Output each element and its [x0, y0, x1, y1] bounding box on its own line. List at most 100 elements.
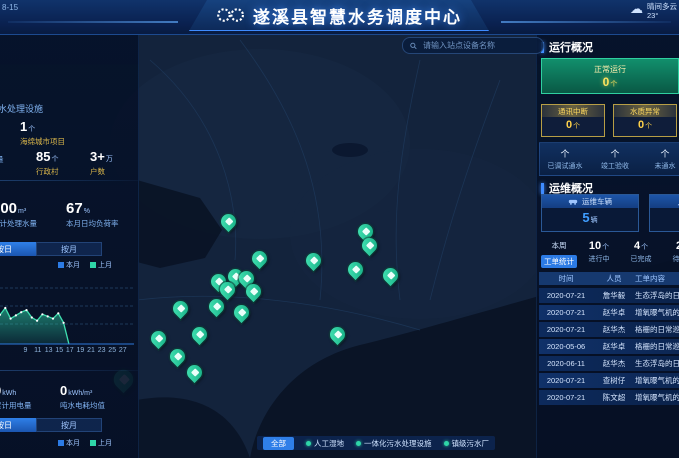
tab-by-month[interactable]: 按月 [36, 242, 102, 256]
legend-power-last-month[interactable]: 上月 [90, 438, 112, 448]
cell-time: 2020-07-21 [539, 308, 593, 317]
map-legend-label: 人工湿地 [314, 438, 344, 449]
table-row[interactable]: 2020-07-21赵华卓增氧曝气机的常规维护 [539, 305, 679, 320]
power-chart-tabs: 按日 按月 [0, 418, 102, 432]
cell-time: 2020-05-06 [539, 342, 593, 351]
tab-power-by-day[interactable]: 按日 [0, 418, 36, 432]
x-tick: 17 [66, 347, 74, 354]
stat-villages: 85个 行政村 [36, 148, 59, 177]
dashboard: 全部人工湿地一体化污水处理设施镇级污水厂 遂溪县智慧水务调度中心 8-15 ☁ … [0, 0, 679, 458]
staff-box: 运维人员 [649, 194, 679, 232]
workorder-stat-value: 4个 [623, 240, 659, 252]
table-row[interactable]: 2020-07-21赵华杰格栅的日常巡检 [539, 322, 679, 337]
stat-power-per-ton: 0kWh/m³ 吨水电耗均值 [60, 382, 105, 411]
cell-person: 查树仔 [593, 375, 635, 386]
table-header-cell: 时间 [539, 273, 593, 284]
map-legend-item-0[interactable]: 全部 [263, 437, 294, 450]
layer-dot-icon [306, 441, 311, 446]
alert-label: 通讯中断 [542, 105, 604, 117]
cell-time: 2020-07-21 [539, 291, 593, 300]
water-status-bar: 个已调试通水个竣工验收个未通水 [539, 142, 679, 176]
workorder-stat-label: 待处理 [665, 254, 679, 264]
cell-content: 格栅的日常巡检 [635, 341, 679, 352]
header-decor-line-left [8, 21, 178, 23]
x-tick: 23 [98, 347, 106, 354]
tab-power-by-month[interactable]: 按月 [36, 418, 102, 432]
workorder-stats: 10个进行中 4个已完成 2个待处理 [581, 240, 679, 264]
workorder-badge: 本周 工单统计 [539, 240, 579, 269]
tab-by-day[interactable]: 按日 [0, 242, 36, 256]
x-tick: 27 [119, 347, 127, 354]
table-row[interactable]: 2020-07-21詹华毅生态浮岛的日常巡查 [539, 288, 679, 303]
cell-person: 赵华杰 [593, 358, 635, 369]
station-search[interactable] [402, 37, 544, 54]
map-legend-item-2[interactable]: 一体化污水处理设施 [356, 438, 432, 449]
table-row[interactable]: 2020-07-21陈文超增氧曝气机的常规维护 [539, 390, 679, 405]
cell-time: 2020-07-21 [539, 376, 593, 385]
workorder-stat-label: 已完成 [623, 254, 659, 264]
vehicle-label: 运维车辆 [582, 196, 612, 207]
x-tick: 19 [77, 347, 85, 354]
cell-person: 赵华杰 [593, 324, 635, 335]
status-label: 已调试通水 [548, 161, 583, 171]
alert-value: 0个 [542, 119, 604, 131]
page-title: 遂溪县智慧水务调度中心 [253, 3, 462, 28]
normal-run-box: 正常运行 0个 [541, 58, 679, 94]
normal-run-label: 正常运行 [594, 64, 626, 75]
right-panel: 运行概况 正常运行 0个 通讯中断0个水质异常0个 个已调试通水个竣工验收个未通… [536, 34, 679, 458]
stat-households: 3+万 户数 [90, 148, 113, 177]
cell-person: 詹华毅 [593, 290, 635, 301]
status-label: 未通水 [655, 161, 676, 171]
layer-dot-icon [356, 441, 361, 446]
section-run-overview: 运行概况 [541, 39, 593, 55]
x-tick: 15 [55, 347, 63, 354]
app-logo-icon [216, 6, 246, 24]
cell-person: 赵华卓 [593, 307, 635, 318]
workorder-stat-label: 进行中 [581, 254, 617, 264]
legend-last-month[interactable]: 上月 [90, 260, 112, 270]
alert-value: 0个 [614, 119, 676, 131]
table-row[interactable]: 2020-06-11赵华杰生态浮岛的日常巡查 [539, 356, 679, 371]
status-unit: 个 [660, 147, 669, 160]
workorder-stat-0: 10个进行中 [581, 240, 617, 264]
workorder-table: 时间人员工单内容 2020-07-21詹华毅生态浮岛的日常巡查2020-07-2… [539, 272, 679, 407]
table-header: 时间人员工单内容 [539, 272, 679, 285]
volume-chart-tabs: 按日 按月 [0, 242, 102, 256]
legend-this-month[interactable]: 本月 [58, 260, 80, 270]
table-row[interactable]: 2020-05-06赵华卓格栅的日常巡检 [539, 339, 679, 354]
facility-type-label: 一体化污水处理设施 [0, 102, 43, 115]
map-legend-label: 一体化污水处理设施 [364, 438, 432, 449]
search-input[interactable] [421, 40, 536, 51]
map-legend-item-3[interactable]: 镇级污水厂 [444, 438, 490, 449]
status-item-2: 个未通水 [640, 143, 679, 175]
stat-sponge-projects: 1个 海绵城市项目 [20, 118, 65, 147]
treated-volume-area-chart [0, 270, 138, 346]
chart-legend: 本月 上月 [58, 260, 112, 270]
alert-boxes: 通讯中断0个水质异常0个 [541, 104, 679, 137]
map-legend-label: 全部 [271, 438, 286, 449]
clipped-label-fragment: 量 [0, 154, 4, 165]
x-tick: 21 [87, 347, 95, 354]
alert-label: 水质异常 [614, 105, 676, 117]
stat-load-rate: 67% 本月日均负荷率 [66, 200, 119, 229]
workorder-stat-value: 10个 [581, 240, 617, 252]
x-tick: 9 [24, 347, 28, 354]
cell-person: 陈文超 [593, 392, 635, 403]
x-tick: 25 [108, 347, 116, 354]
map-legend-item-1[interactable]: 人工湿地 [306, 438, 344, 449]
cell-time: 2020-07-21 [539, 393, 593, 402]
table-row[interactable]: 2020-07-21查树仔增氧曝气机的常规维护 [539, 373, 679, 388]
cell-content: 增氧曝气机的常规维护 [635, 307, 679, 318]
stat-power-used: 0kWh 累计用电量 [0, 382, 32, 411]
table-header-cell: 人员 [593, 273, 635, 284]
weather-temp: 23° [647, 11, 658, 20]
layer-dot-icon [444, 441, 449, 446]
workorder-stat-2: 2个待处理 [665, 240, 679, 264]
cell-content: 格栅的日常巡检 [635, 324, 679, 335]
top-bar: 遂溪县智慧水务调度中心 8-15 ☁ 晴间多云 23° [0, 0, 679, 35]
status-unit: 个 [610, 147, 619, 160]
legend-power-this-month[interactable]: 本月 [58, 438, 80, 448]
header-decor-line-right [501, 21, 671, 23]
status-item-1: 个竣工验收 [590, 143, 640, 175]
title-plate: 遂溪县智慧水务调度中心 [189, 0, 489, 31]
